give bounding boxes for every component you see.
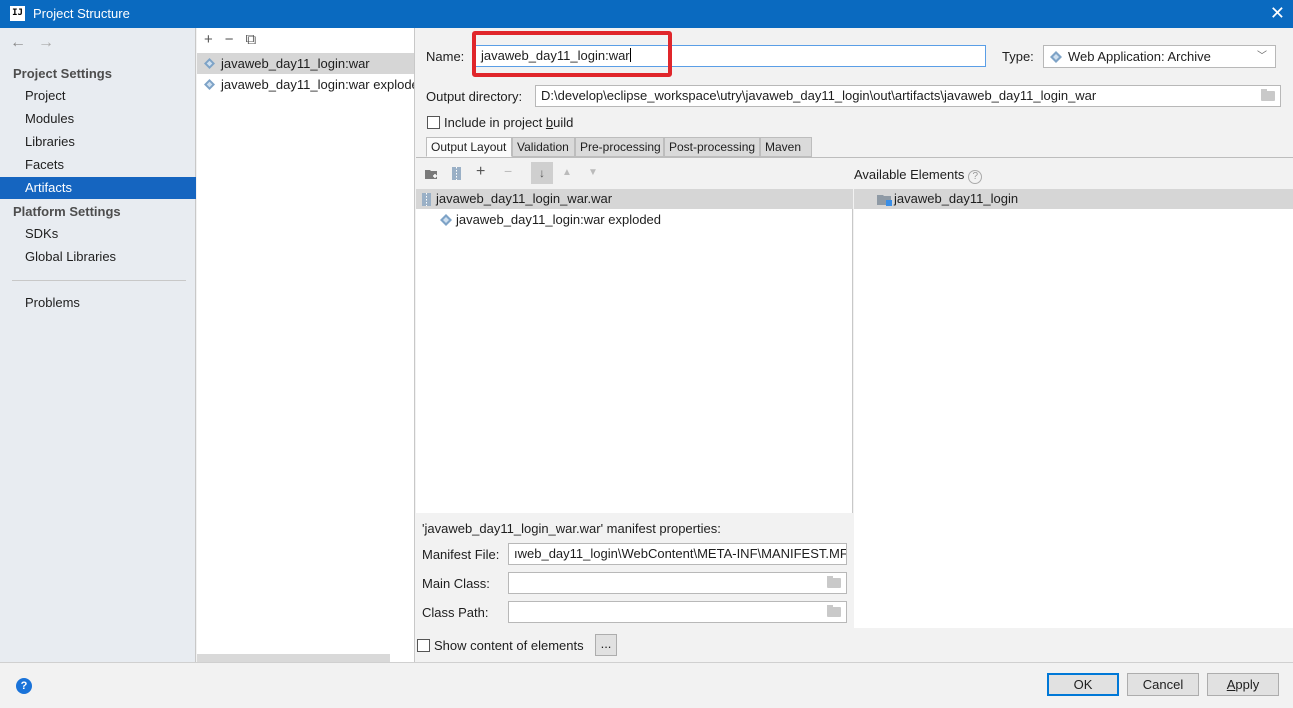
web-artifact-icon (204, 79, 215, 90)
include-in-build-checkbox[interactable] (427, 116, 440, 129)
tab-validation[interactable]: Validation (512, 137, 575, 157)
nav-arrows: ← → (10, 34, 66, 52)
remove-icon[interactable]: − (225, 31, 234, 48)
artifact-item[interactable]: javaweb_day11_login:war exploded (197, 74, 414, 95)
close-icon[interactable]: ✕ (1270, 3, 1285, 24)
manifest-title: 'javaweb_day11_login_war.war' manifest p… (422, 521, 721, 536)
sidebar-item-problems[interactable]: Problems (0, 292, 196, 314)
archive-icon (422, 193, 431, 206)
move-down-icon[interactable]: ▼ (588, 167, 598, 178)
sidebar-divider (12, 280, 186, 281)
available-elements-header: Available Elements? (854, 158, 1293, 189)
remove-icon[interactable]: − (504, 163, 512, 179)
window-title: Project Structure (33, 6, 130, 21)
output-directory-input[interactable]: D:\develop\eclipse_workspace\utry\javawe… (535, 85, 1281, 107)
tab-maven[interactable]: Maven (760, 137, 812, 157)
type-select[interactable]: Web Application: Archive ﹀ (1043, 45, 1276, 68)
cancel-button[interactable]: Cancel (1127, 673, 1199, 696)
project-settings-header: Project Settings (13, 66, 112, 81)
settings-sidebar: ← → Project Settings Project Modules Libr… (0, 28, 196, 662)
manifest-file-label: Manifest File: (422, 547, 500, 562)
sidebar-item-artifacts[interactable]: Artifacts (0, 177, 196, 199)
help-icon[interactable]: ? (968, 170, 983, 184)
title-bar: IJ Project Structure ✕ (0, 0, 1293, 28)
sort-icon[interactable]: ↓ (531, 162, 553, 184)
class-path-input[interactable] (508, 601, 847, 623)
available-element-item[interactable]: javaweb_day11_login (854, 189, 1293, 209)
web-artifact-icon (440, 214, 452, 226)
class-path-label: Class Path: (422, 605, 489, 620)
archive-icon[interactable] (452, 167, 461, 180)
available-elements-title: Available Elements (854, 167, 965, 182)
help-button[interactable]: ? (16, 678, 32, 694)
artifact-editor: Name: javaweb_day11_login:war Type: Web … (416, 28, 1293, 663)
sidebar-item-libraries[interactable]: Libraries (0, 131, 196, 153)
sidebar-item-project[interactable]: Project (0, 85, 196, 107)
horizontal-scrollbar[interactable] (197, 654, 390, 662)
move-up-icon[interactable]: ▲ (562, 167, 572, 178)
type-label: Type: (1002, 49, 1034, 64)
module-folder-icon (877, 195, 892, 206)
back-arrow-icon[interactable]: ← (10, 34, 26, 51)
web-artifact-icon (204, 58, 215, 69)
sidebar-item-modules[interactable]: Modules (0, 108, 196, 130)
main-class-label: Main Class: (422, 576, 490, 591)
apply-button[interactable]: Apply (1207, 673, 1279, 696)
add-icon[interactable]: + (204, 31, 213, 48)
folder-icon[interactable] (827, 576, 841, 588)
sidebar-item-global-libraries[interactable]: Global Libraries (0, 246, 196, 268)
forward-arrow-icon[interactable]: → (38, 34, 54, 51)
manifest-file-input[interactable]: ıweb_day11_login\WebContent\META-INF\MAN… (508, 543, 847, 565)
name-label: Name: (426, 49, 465, 64)
add-icon[interactable]: + (476, 163, 485, 181)
web-artifact-icon (1050, 51, 1062, 63)
intellij-icon: IJ (10, 6, 25, 21)
platform-settings-header: Platform Settings (13, 204, 121, 219)
output-layout-panel: + − ↓ ▲ ▼ javaweb_day11_login_war.war ja… (416, 158, 853, 663)
dialog-footer: ? OK Cancel Apply (0, 662, 1293, 708)
show-content-label: Show content of elements (434, 638, 584, 653)
copy-icon[interactable]: ⧉ (246, 31, 257, 48)
show-content-checkbox[interactable] (417, 639, 430, 652)
chevron-down-icon: ﹀ (1257, 51, 1267, 62)
new-folder-icon[interactable] (425, 168, 439, 180)
ok-button[interactable]: OK (1047, 673, 1119, 696)
layout-child-item[interactable]: javaweb_day11_login:war exploded (416, 210, 853, 230)
main-class-input[interactable] (508, 572, 847, 594)
artifacts-toolbar: + − ⧉ (197, 28, 414, 53)
highlight-annotation (472, 31, 672, 77)
artifact-item[interactable]: javaweb_day11_login:war (197, 53, 414, 74)
folder-icon[interactable] (827, 605, 841, 617)
sidebar-item-sdks[interactable]: SDKs (0, 223, 196, 245)
tab-pre-processing[interactable]: Pre-processing (575, 137, 664, 157)
tab-post-processing[interactable]: Post-processing (664, 137, 760, 157)
tab-output-layout[interactable]: Output Layout (426, 137, 512, 157)
layout-toolbar: + − ↓ ▲ ▼ (416, 158, 853, 189)
sidebar-item-facets[interactable]: Facets (0, 154, 196, 176)
folder-icon[interactable] (1261, 89, 1275, 101)
include-in-build-label: Include in project build (444, 115, 574, 130)
available-elements-panel: Available Elements? javaweb_day11_login (854, 158, 1293, 628)
layout-root-item[interactable]: javaweb_day11_login_war.war (416, 189, 853, 209)
show-content-options-button[interactable]: ... (595, 634, 617, 656)
output-directory-label: Output directory: (426, 89, 523, 104)
artifacts-list-panel: + − ⧉ javaweb_day11_login:war javaweb_day1… (197, 28, 415, 662)
